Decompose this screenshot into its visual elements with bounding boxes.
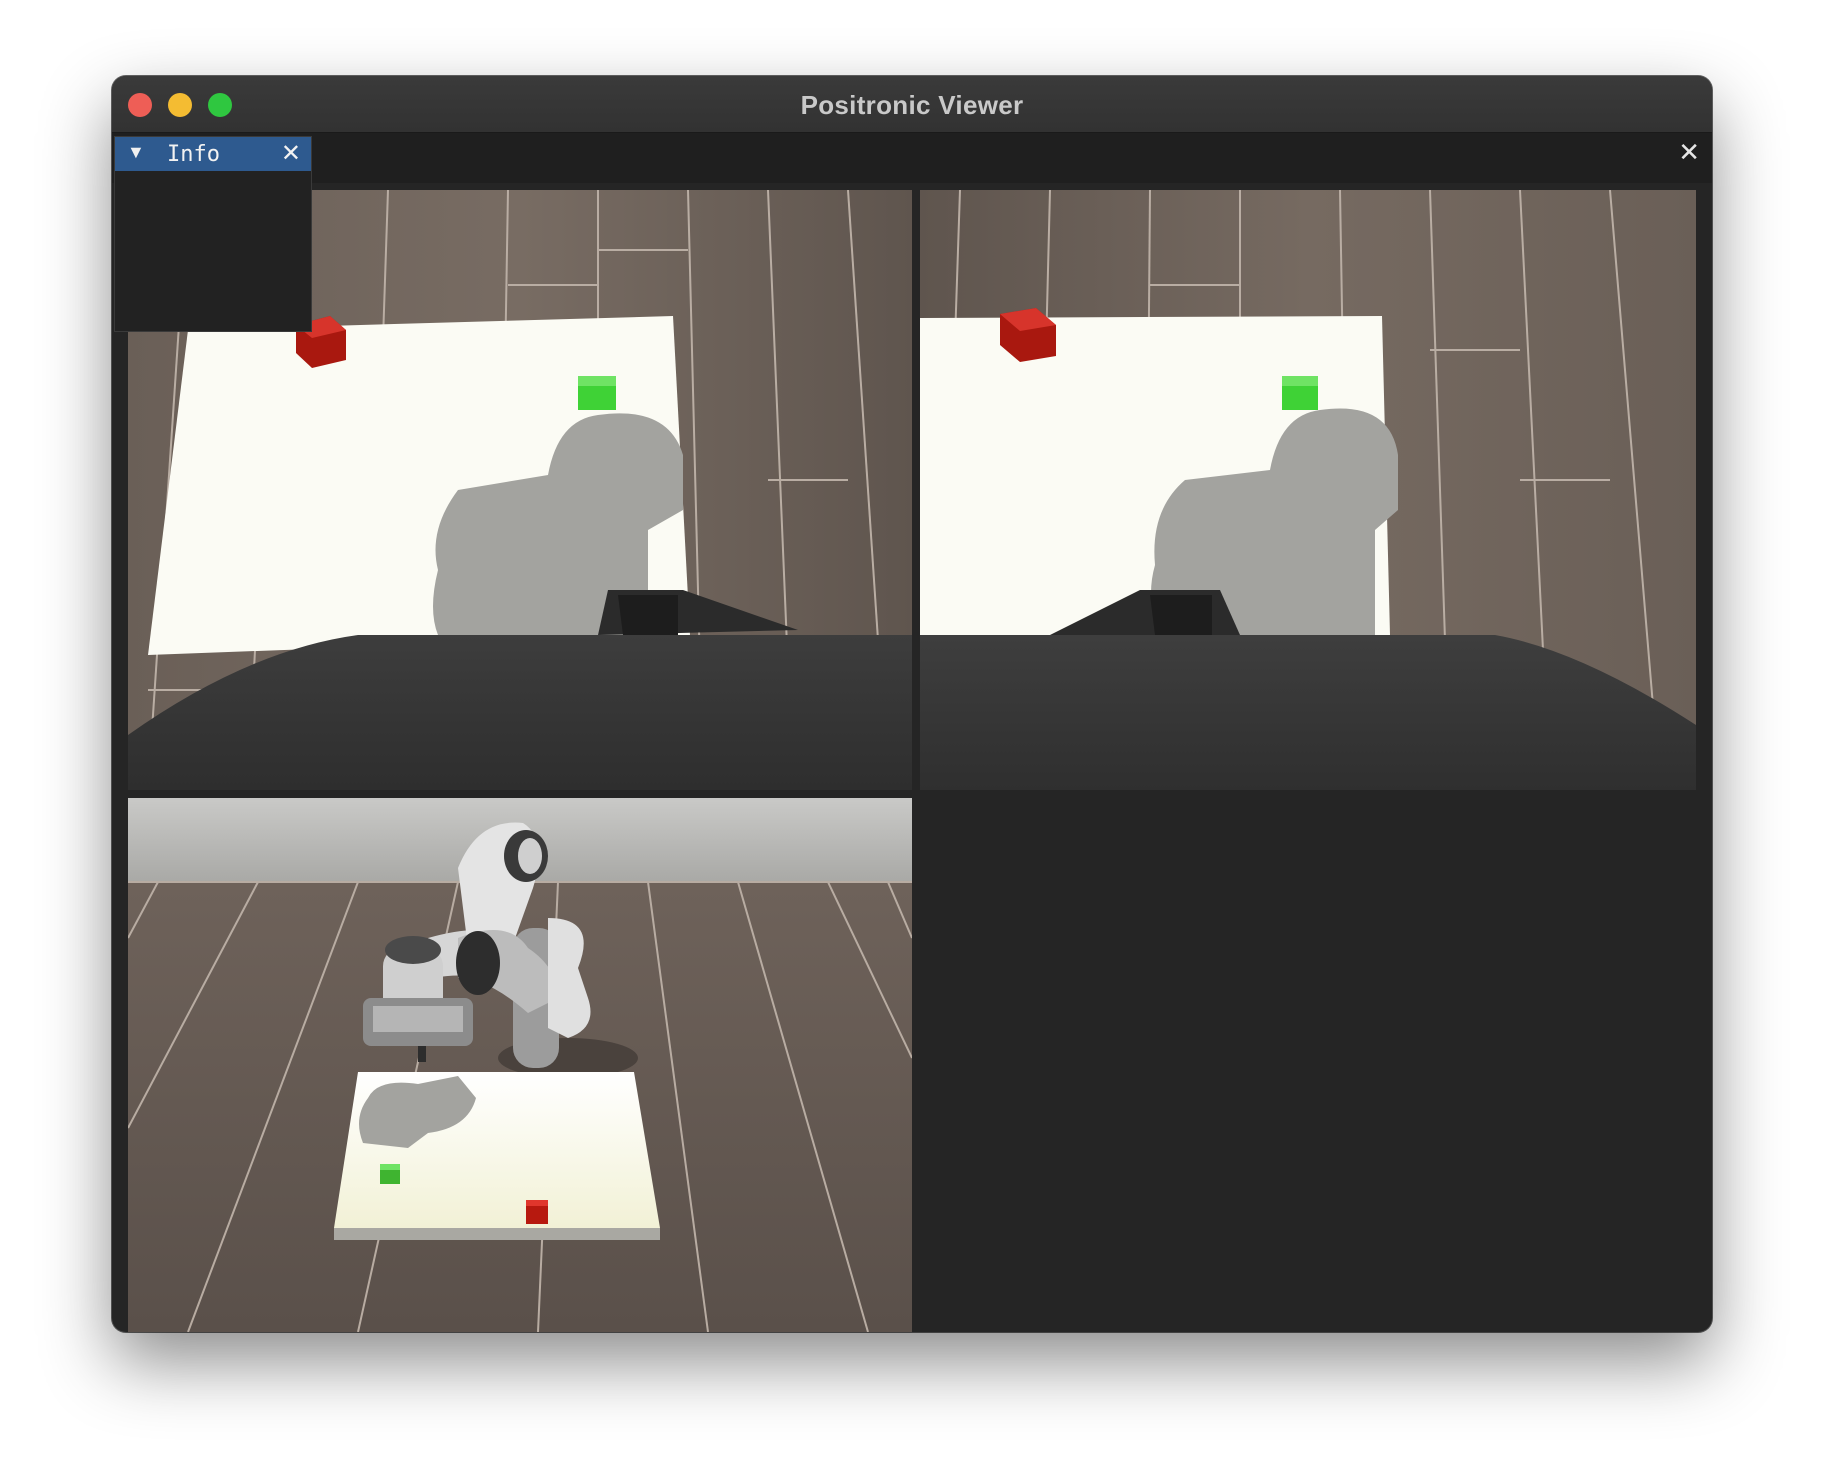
title-bar[interactable]: Positronic Viewer: [112, 76, 1712, 133]
green-cube: [578, 376, 616, 410]
window-title: Positronic Viewer: [800, 90, 1024, 120]
info-panel-header[interactable]: ▼ Info ✕: [115, 137, 311, 171]
viewer-toolbar: [112, 133, 1712, 183]
scene-overview-view[interactable]: [128, 798, 912, 1332]
camera-view-right[interactable]: [920, 190, 1696, 790]
collapse-triangle-icon[interactable]: ▼: [127, 142, 145, 163]
info-panel-close-icon[interactable]: ✕: [281, 139, 301, 168]
info-panel[interactable]: ▼ Info ✕: [114, 136, 312, 332]
red-cube: [526, 1200, 548, 1224]
green-cube: [380, 1164, 400, 1184]
green-cube: [1282, 376, 1318, 410]
app-window: Positronic Viewer ✕ ▼ Info ✕: [112, 76, 1712, 1332]
camera-right-render: [920, 190, 1696, 790]
empty-viewport: [920, 798, 1696, 1332]
info-panel-title: Info: [167, 142, 220, 167]
viewer-close-icon[interactable]: ✕: [1678, 138, 1700, 166]
scene-overview-render: [128, 798, 912, 1332]
